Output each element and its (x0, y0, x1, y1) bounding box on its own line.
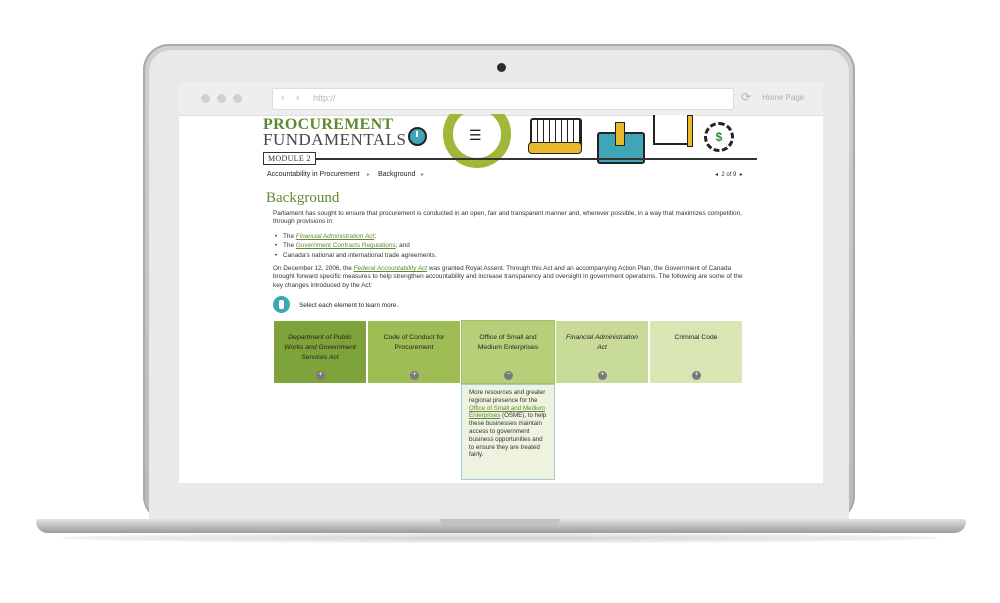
intro-paragraph: Parliament has sought to ensure that pro… (273, 210, 742, 226)
tab-public-works-act[interactable]: Department of Public Works and Governmen… (273, 320, 367, 384)
breadcrumb-separator-icon: ▸ (421, 172, 425, 178)
banner-divider (263, 158, 757, 160)
expand-icon[interactable]: + (410, 371, 419, 380)
expand-icon[interactable]: + (598, 371, 607, 380)
screen: ‹ › http:// ⟳ Home Page PROCUREMENT FUND… (179, 82, 823, 484)
gear-dollar-icon: $ (704, 122, 734, 152)
federal-accountability-act-link[interactable]: Federal Accountability Act (354, 265, 427, 272)
tab-label: Criminal Code (674, 334, 718, 341)
contracts-regulations-link[interactable]: Government Contracts Regulations (296, 242, 396, 249)
url-text[interactable]: http:// (313, 93, 336, 103)
screen-edge (179, 483, 823, 484)
tab-financial-administration-act[interactable]: Financial Administration Act + (555, 320, 649, 384)
tab-detail-panel: More resources and greater regional pres… (461, 384, 555, 480)
window-dot-icon[interactable] (201, 94, 210, 103)
briefcase-handle-illustration (615, 122, 625, 146)
next-page-icon[interactable]: ▸ (740, 172, 743, 178)
reload-icon[interactable]: ⟳ (741, 90, 751, 104)
expand-icon[interactable]: + (692, 371, 701, 380)
page-pager: ◂ 2 of 9 ▸ (715, 171, 743, 178)
module-badge: MODULE 2 (263, 152, 316, 165)
pencil-illustration (687, 115, 693, 147)
tab-label: Office of Small and Medium Enterprises (477, 334, 539, 351)
back-forward-icon[interactable]: ‹ › (281, 92, 303, 104)
document-illustration (653, 115, 691, 145)
list-item: The Financial Administration Act; (275, 232, 437, 242)
window-dot-icon[interactable] (217, 94, 226, 103)
provisions-list: The Financial Administration Act; The Go… (275, 232, 437, 261)
clock-icon (408, 127, 427, 146)
list-item: The Government Contracts Regulations; an… (275, 241, 437, 251)
breadcrumb-item[interactable]: Background (378, 171, 415, 178)
window-dot-icon[interactable] (233, 94, 242, 103)
tab-code-of-conduct[interactable]: Code of Conduct for Procurement + (367, 320, 461, 384)
expand-icon[interactable]: + (316, 371, 325, 380)
prev-page-icon[interactable]: ◂ (715, 172, 718, 178)
page-title: Background (266, 190, 340, 206)
course-title-line2: FUNDAMENTALS (263, 130, 407, 149)
home-page-link[interactable]: Home Page (762, 93, 804, 102)
checklist-icon: ☰ (469, 127, 482, 143)
page-counter: 2 of 9 (721, 172, 737, 178)
touch-hand-icon (273, 296, 290, 313)
hands-illustration (528, 142, 582, 154)
webcam-icon (497, 63, 506, 72)
collapse-icon[interactable]: − (504, 371, 513, 380)
tab-label: Financial Administration Act (566, 334, 638, 351)
breadcrumb-item[interactable]: Accountability in Procurement (267, 171, 360, 178)
address-bar[interactable]: ‹ › http:// (272, 88, 734, 110)
tab-office-small-medium-enterprises[interactable]: Office of Small and Medium Enterprises − (461, 320, 555, 384)
laptop-notch (440, 519, 560, 526)
breadcrumb-separator-icon: ▸ (367, 172, 371, 178)
financial-admin-act-link[interactable]: Financial Administration Act (296, 233, 374, 240)
act-paragraph: On December 12, 2006, the Federal Accoun… (273, 265, 743, 289)
browser-toolbar: ‹ › http:// ⟳ Home Page (179, 82, 823, 116)
tab-label: Department of Public Works and Governmen… (284, 334, 356, 361)
tab-label: Code of Conduct for Procurement (383, 334, 445, 351)
list-item: Canada's national and international trad… (275, 251, 437, 261)
laptop-shadow (60, 533, 940, 543)
instruction-text: Select each element to learn more. (299, 302, 399, 309)
tab-criminal-code[interactable]: Criminal Code + (649, 320, 743, 384)
